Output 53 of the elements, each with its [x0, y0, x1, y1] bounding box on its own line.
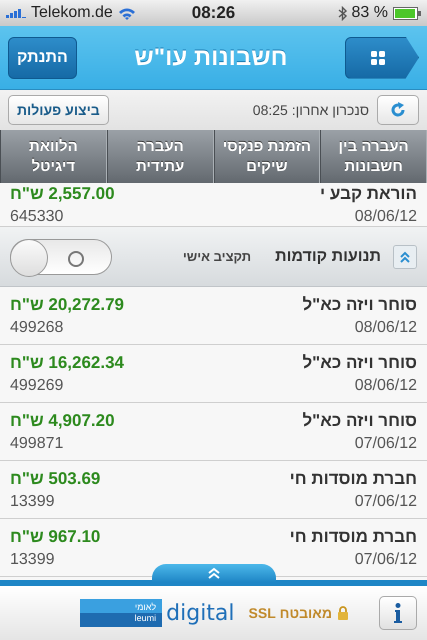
info-icon [394, 603, 402, 623]
reference-number: 499269 [10, 376, 64, 394]
transaction-name: הוראת קבע י [320, 184, 417, 204]
battery-percent: 83 % [352, 4, 388, 22]
transaction-amount: 503.69 ש"ח [10, 468, 100, 488]
page-title: חשבונות עו"ש [134, 44, 288, 72]
transaction-name: סוחר ויזה כא"ל [302, 294, 417, 314]
battery-icon [392, 6, 421, 20]
actions-button[interactable]: ביצוע פעולות [8, 95, 109, 125]
transaction-amount: 2,557.00 ש"ח [10, 184, 115, 204]
refresh-button[interactable] [377, 95, 419, 125]
collapse-button[interactable] [393, 244, 417, 268]
refresh-icon [389, 101, 407, 119]
carrier-name: Telekom.de [31, 4, 113, 22]
logo-hebrew: לאומי [134, 602, 156, 613]
transaction-name: חברת מוסדות חי [290, 526, 417, 546]
chevrons-up-icon [399, 250, 411, 262]
signal-icon [6, 8, 26, 18]
transaction-amount: 4,907.20 ש"ח [10, 410, 115, 430]
transaction-name: סוחר ויזה כא"ל [302, 352, 417, 372]
transaction-date: 07/06/12 [354, 434, 417, 452]
transaction-date: 08/06/12 [354, 376, 417, 394]
security-label: מאובטח SSL [248, 605, 332, 621]
grid-icon [370, 50, 385, 64]
transaction-name: חברת מוסדות חי [290, 468, 417, 488]
budget-label: תקציב אישי [182, 249, 252, 264]
logo-word: digital [166, 600, 235, 626]
expand-tab[interactable] [152, 564, 276, 582]
bluetooth-icon [338, 6, 347, 20]
logout-button[interactable]: התנתק [8, 36, 77, 78]
reference-number: 499268 [10, 318, 64, 336]
transaction-amount: 16,262.34 ש"ח [10, 352, 124, 372]
transaction-date: 07/06/12 [354, 492, 417, 510]
chevrons-up-icon [206, 567, 220, 579]
logo-latin: leumi [134, 613, 156, 624]
transaction-date: 08/06/12 [354, 318, 417, 336]
lock-icon [337, 606, 349, 620]
transaction-date: 07/06/12 [354, 550, 417, 568]
reference-number: 499871 [10, 434, 64, 452]
transaction-date: 08/06/12 [354, 208, 417, 226]
info-button[interactable] [379, 596, 417, 630]
transaction-name: סוחר ויזה כא"ל [302, 410, 417, 430]
budget-toggle[interactable] [10, 238, 112, 274]
wifi-icon [118, 6, 136, 20]
reference-number: 645330 [10, 208, 64, 226]
transaction-amount: 20,272.79 ש"ח [10, 294, 124, 314]
reference-number: 13399 [10, 550, 56, 568]
transaction-amount: 967.10 ש"ח [10, 526, 100, 546]
menu-button[interactable] [344, 36, 419, 78]
reference-number: 13399 [10, 492, 56, 510]
section-title: תנועות קודמות [275, 248, 381, 266]
sync-time: סנכרון אחרון: 08:25 [252, 102, 369, 118]
clock-time: 08:26 [192, 3, 236, 23]
